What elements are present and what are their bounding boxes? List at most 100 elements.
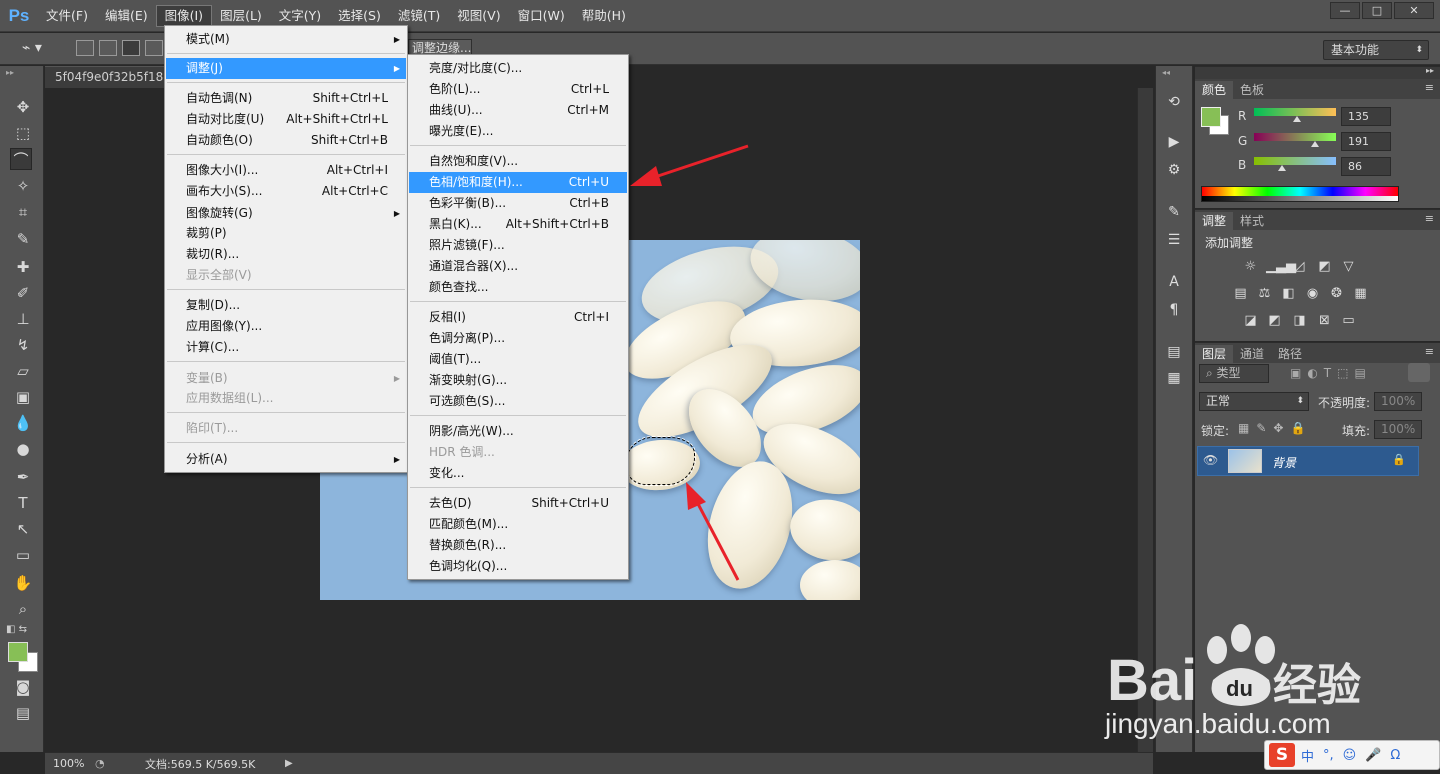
notes-panel-icon[interactable]: ▦: [1164, 368, 1184, 388]
g-slider-thumb[interactable]: [1311, 141, 1320, 147]
pen-tool-icon[interactable]: ✒: [12, 466, 34, 488]
move-tool-icon[interactable]: ✥: [12, 96, 34, 118]
brightness-icon[interactable]: ☼: [1242, 259, 1259, 274]
path-selection-icon[interactable]: ↖: [12, 518, 34, 540]
collapse-icon[interactable]: ▸▸: [6, 68, 14, 77]
properties-panel-icon[interactable]: ⚙: [1164, 160, 1184, 180]
adjust-menu-item[interactable]: 通道混合器(X)...: [409, 256, 627, 277]
intersect-selection-icon[interactable]: [145, 40, 163, 56]
minimize-button[interactable]: —: [1330, 2, 1360, 19]
status-menu-arrow-icon[interactable]: ▶: [285, 758, 293, 769]
type-tool-icon[interactable]: T: [12, 492, 34, 514]
eraser-tool-icon[interactable]: ▱: [12, 360, 34, 382]
b-slider-thumb[interactable]: [1277, 165, 1286, 171]
threshold-icon[interactable]: ◨: [1291, 313, 1308, 328]
tab-styles[interactable]: 样式: [1233, 212, 1271, 230]
healing-brush-icon[interactable]: ✚: [12, 256, 34, 278]
menu-filter[interactable]: 滤镜(T): [390, 6, 448, 26]
adjust-menu-item[interactable]: 可选颜色(S)...: [409, 391, 627, 412]
image-menu-item[interactable]: 画布大小(S)... Alt+Ctrl+C: [166, 181, 406, 202]
layers-panel-menu-icon[interactable]: ≡: [1425, 345, 1434, 358]
curves-icon[interactable]: ◿: [1291, 259, 1308, 274]
image-menu-item[interactable]: 计算(C)...: [166, 337, 406, 358]
color-spectrum-bar[interactable]: [1201, 186, 1399, 202]
adjust-menu-item[interactable]: 色调分离(P)...: [409, 328, 627, 349]
hue-saturation-icon[interactable]: ▤: [1232, 286, 1249, 301]
menu-window[interactable]: 窗口(W): [510, 6, 573, 26]
b-value-input[interactable]: 86: [1341, 157, 1391, 176]
adjust-menu-item[interactable]: 变化...: [409, 463, 627, 484]
adjust-menu-item[interactable]: 自然饱和度(V)...: [409, 151, 627, 172]
layer-comps-icon[interactable]: ▤: [1164, 342, 1184, 362]
brush-tool-icon[interactable]: ✐: [12, 282, 34, 304]
ime-chinese-mode[interactable]: 中: [1301, 746, 1314, 765]
quick-mask-icon[interactable]: ◙: [12, 676, 34, 698]
sogou-logo-icon[interactable]: S: [1269, 743, 1295, 767]
layer-filter-icons[interactable]: ▣◐T⬚▤: [1290, 366, 1372, 380]
tab-color[interactable]: 颜色: [1195, 81, 1234, 99]
shape-tool-icon[interactable]: ▭: [12, 544, 34, 566]
black-white-icon[interactable]: ◧: [1280, 286, 1297, 301]
dock-collapse-icon[interactable]: ◂◂: [1162, 68, 1170, 77]
hand-tool-icon[interactable]: ✋: [12, 572, 34, 594]
default-colors-icon[interactable]: ◧ ⇆: [6, 624, 27, 635]
menu-type[interactable]: 文字(Y): [271, 6, 329, 26]
selective-color-icon[interactable]: ⊠: [1316, 313, 1333, 328]
r-slider[interactable]: [1254, 108, 1336, 116]
r-slider-thumb[interactable]: [1293, 116, 1302, 122]
ime-voice-icon[interactable]: 🎤: [1365, 748, 1381, 763]
image-menu-item[interactable]: 自动颜色(O) Shift+Ctrl+B: [166, 130, 406, 151]
menu-layer[interactable]: 图层(L): [212, 6, 270, 26]
eyedropper-icon[interactable]: ✎: [12, 228, 34, 250]
adjust-menu-item[interactable]: 黑白(K)... Alt+Shift+Ctrl+B: [409, 214, 627, 235]
history-brush-icon[interactable]: ↯: [12, 334, 34, 356]
posterize-icon[interactable]: ◩: [1266, 313, 1283, 328]
blur-tool-icon[interactable]: 💧: [12, 412, 34, 434]
image-menu-item[interactable]: 图像旋转(G) ▶: [166, 203, 406, 224]
adjust-menu-item[interactable]: 曝光度(E)...: [409, 121, 627, 142]
color-balance-icon[interactable]: ⚖: [1256, 286, 1273, 301]
marquee-tool-icon[interactable]: ⬚: [12, 122, 34, 144]
layer-filter-select[interactable]: ⌕ 类型: [1199, 364, 1269, 383]
adjust-menu-item[interactable]: 去色(D) Shift+Ctrl+U: [409, 493, 627, 514]
tab-channels[interactable]: 通道: [1233, 345, 1271, 363]
tab-paths[interactable]: 路径: [1271, 345, 1309, 363]
layer-name[interactable]: 背景: [1272, 454, 1296, 471]
new-selection-icon[interactable]: [76, 40, 94, 56]
stamp-tool-icon[interactable]: ⊥: [12, 308, 34, 330]
adjust-menu-item-hue-saturation[interactable]: 色相/饱和度(H)... Ctrl+U: [409, 172, 627, 193]
magic-wand-icon[interactable]: ✧: [12, 175, 34, 197]
b-slider[interactable]: [1254, 157, 1336, 165]
menu-file[interactable]: 文件(F): [38, 6, 96, 26]
status-info-icon[interactable]: ◔: [95, 757, 115, 770]
color-lookup-icon[interactable]: ▦: [1352, 286, 1369, 301]
r-value-input[interactable]: 135: [1341, 107, 1391, 126]
screen-mode-icon[interactable]: ▤: [12, 702, 34, 724]
foreground-color-swatch[interactable]: [8, 642, 28, 662]
layer-thumbnail[interactable]: [1228, 449, 1262, 473]
adjust-menu-item[interactable]: 渐变映射(G)...: [409, 370, 627, 391]
photo-filter-icon[interactable]: ◉: [1304, 286, 1321, 301]
adjust-menu-item[interactable]: 匹配颜色(M)...: [409, 514, 627, 535]
blend-mode-select[interactable]: 正常 ⬍: [1199, 392, 1309, 411]
history-panel-icon[interactable]: ⟲: [1164, 92, 1184, 112]
tab-swatches[interactable]: 色板: [1233, 81, 1271, 99]
brush-panel-icon[interactable]: ✎: [1164, 202, 1184, 222]
image-menu-item[interactable]: 裁剪(P): [166, 223, 406, 244]
subtract-selection-icon[interactable]: [122, 40, 140, 56]
invert-icon[interactable]: ◪: [1242, 313, 1259, 328]
brush-presets-icon[interactable]: ☰: [1164, 230, 1184, 250]
crop-tool-icon[interactable]: ⌗: [12, 201, 34, 223]
exposure-icon[interactable]: ◩: [1316, 259, 1333, 274]
character-panel-icon[interactable]: A: [1164, 272, 1184, 292]
close-button[interactable]: ✕: [1394, 2, 1434, 19]
menu-help[interactable]: 帮助(H): [574, 6, 634, 26]
image-menu-item[interactable]: 裁切(R)...: [166, 244, 406, 265]
lasso-tool-icon[interactable]: ⌒: [10, 148, 32, 170]
adjust-panel-menu-icon[interactable]: ≡: [1425, 212, 1434, 225]
panel-menu-icon[interactable]: ≡: [1425, 81, 1434, 94]
actions-panel-icon[interactable]: ▶: [1164, 132, 1184, 152]
gradient-map-icon[interactable]: ▭: [1340, 313, 1357, 328]
g-value-input[interactable]: 191: [1341, 132, 1391, 151]
filter-toggle[interactable]: [1408, 363, 1430, 382]
